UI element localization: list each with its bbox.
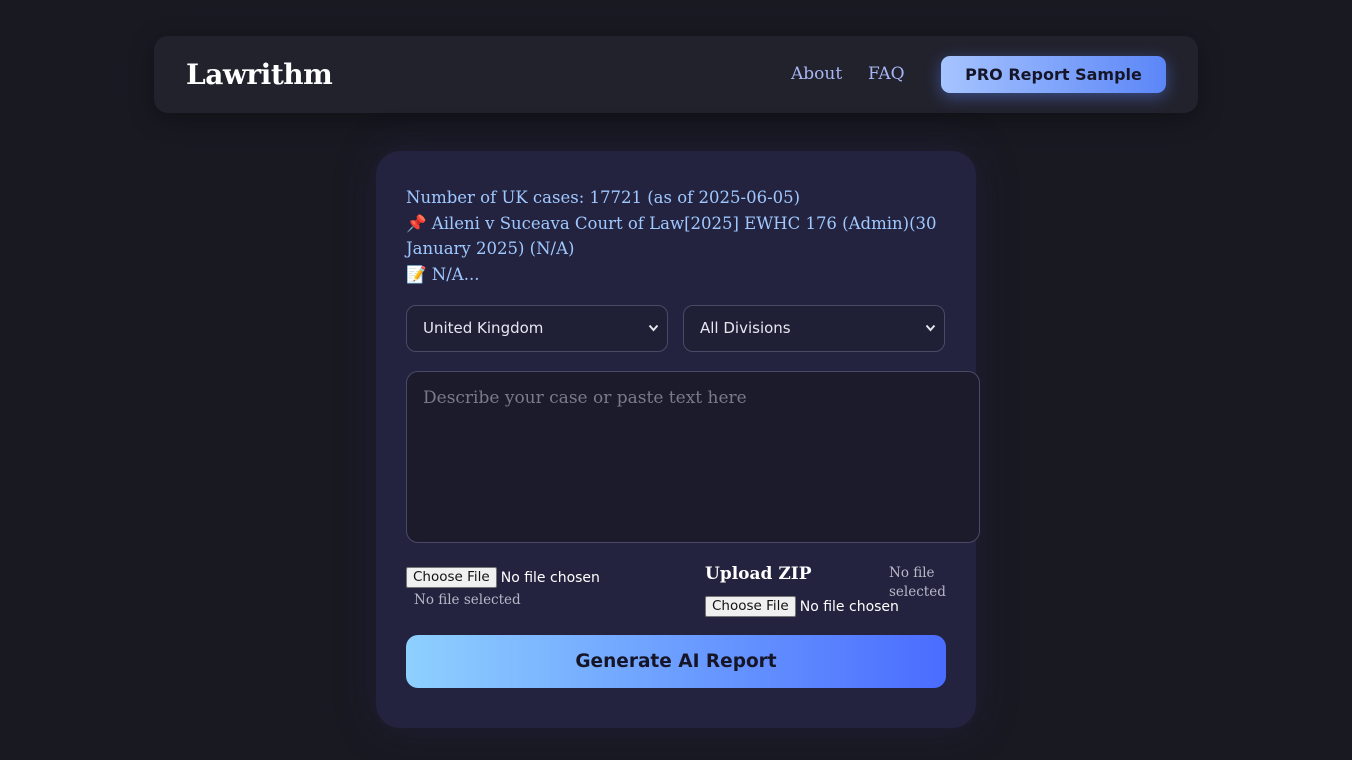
file-status-text: No file selected	[414, 592, 521, 608]
case-info: Number of UK cases: 17721 (as of 2025-06…	[406, 185, 946, 287]
country-select[interactable]: United Kingdom	[406, 305, 668, 352]
nav-about-link[interactable]: About	[791, 36, 842, 113]
zip-upload-input[interactable]: Choose File No file chosen	[705, 596, 899, 617]
chevron-down-icon	[925, 306, 936, 370]
generate-report-button[interactable]: Generate AI Report	[406, 635, 946, 688]
file-upload-input[interactable]: Choose File No file chosen	[406, 567, 600, 588]
case-description-input[interactable]: Describe your case or paste text here	[406, 371, 980, 543]
choose-file-button[interactable]: Choose File	[406, 567, 497, 588]
pro-report-sample-button[interactable]: PRO Report Sample	[941, 56, 1166, 93]
top-header: Lawrithm About FAQ PRO Report Sample	[154, 36, 1198, 113]
nav-faq-link[interactable]: FAQ	[868, 36, 905, 113]
file-chosen-text: No file chosen	[500, 569, 600, 586]
case-count-text: Number of UK cases: 17721 (as of 2025-06…	[406, 188, 801, 207]
choose-zip-button[interactable]: Choose File	[705, 596, 796, 617]
latest-case-text: 📌 Aileni v Suceava Court of Law[2025] EW…	[406, 213, 937, 259]
zip-chosen-text: No file chosen	[799, 598, 899, 615]
case-summary-text: 📝 N/A...	[406, 264, 480, 284]
division-select-value: All Divisions	[700, 319, 791, 337]
division-select[interactable]: All Divisions	[683, 305, 945, 352]
chevron-down-icon	[648, 306, 659, 370]
upload-zip-label: Upload ZIP	[705, 564, 812, 584]
logo[interactable]: Lawrithm	[186, 36, 333, 113]
zip-status-text: No file selected	[889, 565, 946, 600]
report-form-card: Number of UK cases: 17721 (as of 2025-06…	[376, 151, 980, 728]
country-select-value: United Kingdom	[423, 319, 544, 337]
